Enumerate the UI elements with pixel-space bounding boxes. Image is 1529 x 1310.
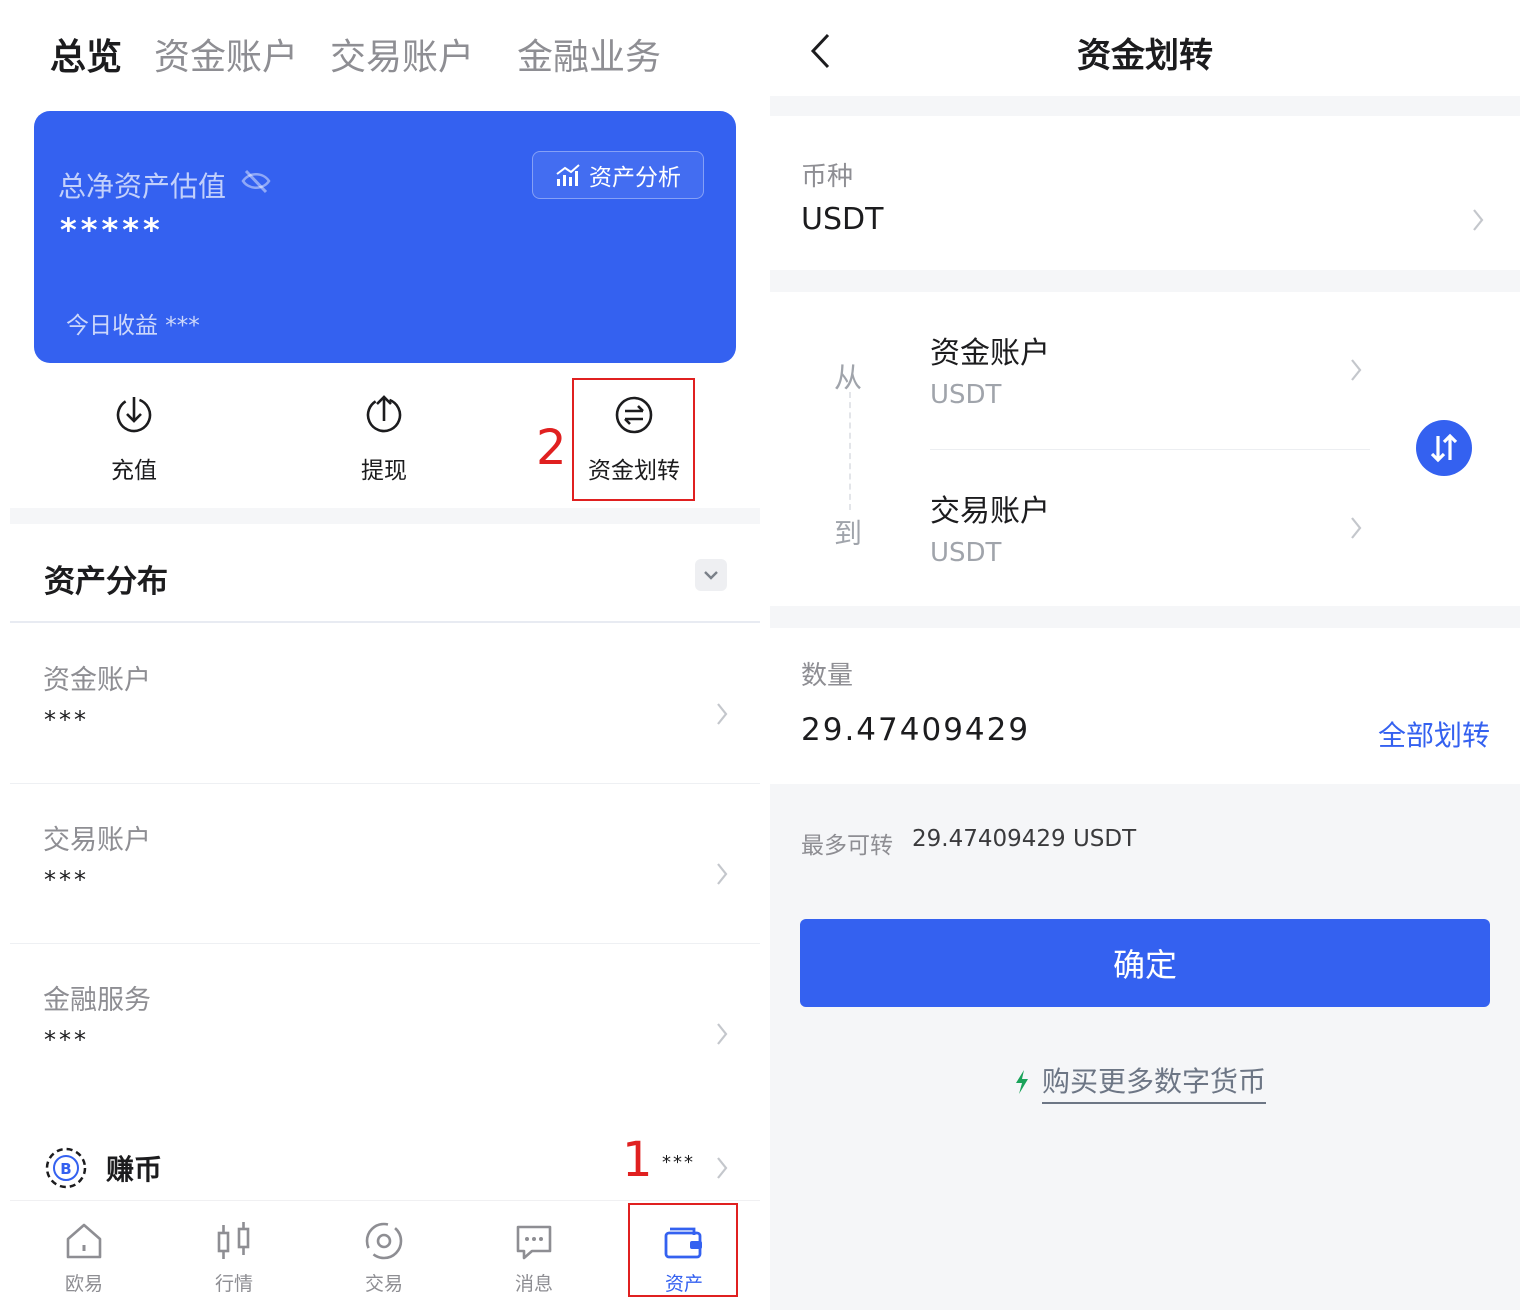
chart-trend-icon [556, 164, 580, 186]
from-account-selector[interactable]: 资金账户 USDT [920, 318, 1370, 448]
svg-text:B: B [60, 1160, 71, 1178]
eye-hidden-icon[interactable] [240, 167, 272, 195]
candlestick-icon [217, 1222, 250, 1259]
row-name: 金融服务 [43, 985, 151, 1016]
nav-trade[interactable]: 交易 [334, 1219, 434, 1296]
chevron-right-icon [1351, 359, 1362, 381]
from-account-name: 资金账户 [930, 336, 1050, 371]
row-name: 资金账户 [43, 665, 151, 696]
row-name: 交易账户 [43, 825, 151, 856]
max-transfer-label: 最多可转 [801, 833, 893, 859]
home-icon [66, 1223, 102, 1259]
nav-label: 行情 [214, 1273, 253, 1295]
funding-account-row[interactable]: 资金账户 *** [10, 624, 760, 784]
withdraw-icon [366, 395, 402, 433]
annotation-step-2: 2 [536, 420, 567, 476]
nav-label: 欧易 [64, 1273, 103, 1295]
page-title: 资金划转 [1077, 36, 1213, 76]
section-divider [770, 96, 1520, 116]
row-value: *** [44, 866, 89, 894]
total-assets-label: 总净资产估值 [58, 170, 227, 203]
chevron-down-icon [704, 571, 718, 580]
nav-label: 消息 [514, 1273, 553, 1295]
from-account-coin: USDT [930, 380, 1002, 410]
max-transfer-value: 29.47409429 USDT [912, 826, 1137, 852]
earn-label: 赚币 [106, 1153, 163, 1186]
tab-funding-account[interactable]: 资金账户 [154, 28, 298, 80]
row-value: *** [44, 706, 89, 734]
deposit-label: 充值 [111, 458, 157, 484]
earn-value: *** [662, 1152, 695, 1173]
assets-screen: 总览 资金账户 交易账户 金融业务 总净资产估值 ***** 资产分析 今日收益… [0, 0, 770, 1310]
distribution-divider [10, 621, 760, 623]
trade-icon [365, 1222, 403, 1260]
asset-analysis-button[interactable]: 资产分析 [532, 151, 704, 199]
chevron-right-icon [1351, 517, 1362, 539]
transfer-screen: 资金划转 币种 USDT 从 到 资金账户 USDT 交易账户 USDT 数量 … [770, 0, 1529, 1310]
asset-summary-card: 总净资产估值 ***** 资产分析 今日收益 *** [34, 111, 736, 363]
to-account-name: 交易账户 [930, 494, 1050, 529]
annotation-step-1: 1 [622, 1132, 653, 1188]
transfer-all-button[interactable]: 全部划转 [1378, 714, 1490, 754]
nav-label: 交易 [364, 1273, 403, 1295]
chevron-right-icon [717, 863, 728, 885]
section-divider [10, 508, 760, 524]
financial-services-row[interactable]: 金融服务 *** [10, 944, 760, 1104]
nav-messages[interactable]: 消息 [484, 1219, 584, 1296]
buy-more-link[interactable]: 购买更多数字货币 [1014, 1060, 1267, 1104]
chevron-right-icon [717, 1023, 728, 1045]
amount-input[interactable]: 29.47409429 [801, 712, 1030, 748]
today-earnings: 今日收益 *** [66, 313, 200, 339]
distribution-toggle[interactable] [695, 559, 727, 591]
confirm-button[interactable]: 确定 [800, 919, 1490, 1007]
to-account-coin: USDT [930, 538, 1002, 568]
section-divider [770, 606, 1520, 628]
nav-market[interactable]: 行情 [184, 1219, 284, 1296]
from-label: 从 [834, 361, 863, 394]
lower-background [770, 784, 1520, 1310]
swap-arrows-icon [1430, 433, 1458, 463]
buy-more-label: 购买更多数字货币 [1042, 1060, 1267, 1104]
to-account-selector[interactable]: 交易账户 USDT [920, 476, 1370, 606]
deposit-button[interactable]: 充值 [64, 395, 204, 485]
coin-value: USDT [801, 202, 884, 237]
withdraw-label: 提现 [361, 458, 407, 484]
total-assets-value: ***** [60, 211, 164, 249]
section-divider [770, 270, 1520, 292]
annotation-box-transfer [572, 378, 695, 501]
chevron-right-icon [717, 703, 728, 725]
tab-overview[interactable]: 总览 [50, 28, 122, 80]
deposit-icon [116, 397, 152, 433]
from-to-connector [849, 392, 851, 510]
bitcoin-coin-icon: B [45, 1147, 87, 1189]
tab-trading-account[interactable]: 交易账户 [330, 28, 474, 80]
row-value: *** [44, 1026, 89, 1054]
asset-analysis-label: 资产分析 [589, 165, 681, 191]
coin-selector[interactable]: 币种 USDT [770, 116, 1520, 270]
tab-financial-business[interactable]: 金融业务 [517, 28, 661, 80]
coin-label: 币种 [801, 162, 854, 192]
message-icon [516, 1225, 552, 1260]
trading-account-row[interactable]: 交易账户 *** [10, 784, 760, 944]
lightning-icon [1016, 1070, 1028, 1094]
asset-distribution-title: 资产分布 [44, 564, 168, 600]
nav-home[interactable]: 欧易 [34, 1219, 134, 1296]
withdraw-button[interactable]: 提现 [314, 395, 454, 485]
to-label: 到 [834, 517, 863, 550]
amount-label: 数量 [801, 661, 854, 691]
chevron-right-icon [717, 1157, 728, 1179]
chevron-right-icon [1473, 209, 1484, 231]
account-divider [930, 449, 1370, 450]
swap-accounts-button[interactable] [1416, 420, 1472, 476]
annotation-box-assets [628, 1203, 738, 1297]
